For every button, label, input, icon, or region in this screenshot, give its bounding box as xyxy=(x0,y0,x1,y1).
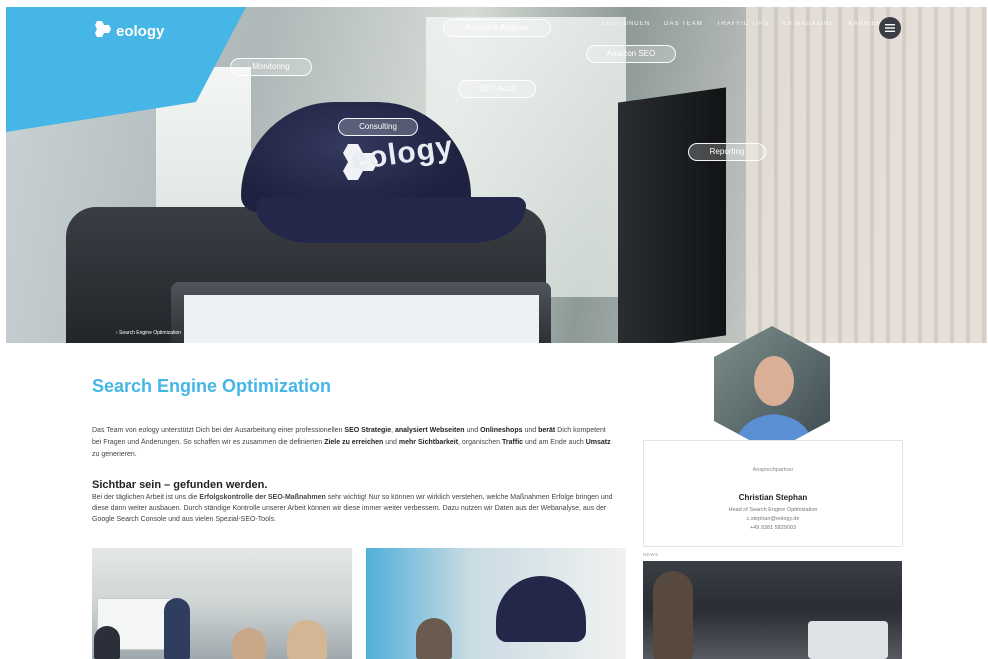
breadcrumb[interactable]: › Search Engine Optimization xyxy=(116,330,181,336)
photo-person xyxy=(94,626,120,659)
contact-phone[interactable]: +49 9381 5829003 xyxy=(644,525,902,531)
photo-person xyxy=(164,598,190,659)
news-photo[interactable] xyxy=(643,561,902,659)
logo-hexagon-icon xyxy=(95,21,111,37)
nav-item-leistungen[interactable]: LEISTUNGEN xyxy=(602,21,650,27)
section-subtitle: Sichtbar sein – gefunden werden. xyxy=(92,479,268,491)
hero-cap-brim xyxy=(256,197,526,243)
pill-seo-audit[interactable]: SEO Audit xyxy=(458,80,536,98)
cap-photo xyxy=(366,548,626,659)
contact-email[interactable]: c.stephan@eology.de xyxy=(644,516,902,522)
team-meeting-photo xyxy=(92,548,352,659)
photo-person xyxy=(416,618,452,659)
menu-button[interactable] xyxy=(879,17,901,39)
nav-item-traffic-tips[interactable]: TRAFFIC TIPS xyxy=(717,21,769,27)
page-title: Search Engine Optimization xyxy=(92,376,332,396)
news-label: NEWS xyxy=(643,552,659,557)
contact-name: Christian Stephan xyxy=(738,493,808,502)
page-frame: eology eology LEISTUNGEN DAS TEAM TRAFFI… xyxy=(6,7,987,659)
hero-monitor xyxy=(618,87,726,343)
pill-keyword-analyse[interactable]: Keyword-Analyse xyxy=(443,19,551,37)
nav-item-team[interactable]: DAS TEAM xyxy=(664,21,703,27)
photo-laptop xyxy=(808,621,888,659)
contact-card: Ansprechpartner Christian Stephan Head o… xyxy=(643,440,903,547)
pill-monitoring[interactable]: Monitoring xyxy=(230,58,312,76)
section-paragraph: Bei der täglichen Arbeit ist uns die Erf… xyxy=(92,494,613,523)
hero-laptop-screen xyxy=(184,295,539,343)
pill-amazon-seo[interactable]: Amazon SEO xyxy=(586,45,676,63)
photo-person xyxy=(287,620,327,659)
photo-person xyxy=(653,571,693,659)
hamburger-icon xyxy=(885,24,895,32)
main-nav: LEISTUNGEN DAS TEAM TRAFFIC TIPS E3 MAGA… xyxy=(602,21,887,27)
contact-avatar xyxy=(714,326,830,452)
photo-cap xyxy=(496,576,586,642)
site-logo[interactable]: eology xyxy=(92,20,164,42)
hero-banner: eology eology LEISTUNGEN DAS TEAM TRAFFI… xyxy=(6,7,987,343)
contact-role: Head of Search Engine Optimization xyxy=(728,507,818,513)
hero-blinds xyxy=(746,7,987,343)
pill-consulting[interactable]: Consulting xyxy=(338,118,418,136)
nav-item-magazine[interactable]: E3 MAGAZINE xyxy=(783,21,834,27)
intro-paragraph: Das Team von eology unterstützt Dich bei… xyxy=(92,427,611,458)
pill-reporting[interactable]: Reporting xyxy=(688,143,766,161)
contact-label: Ansprechpartner xyxy=(752,467,794,473)
logo-text: eology xyxy=(116,22,165,40)
photo-person xyxy=(232,628,266,659)
